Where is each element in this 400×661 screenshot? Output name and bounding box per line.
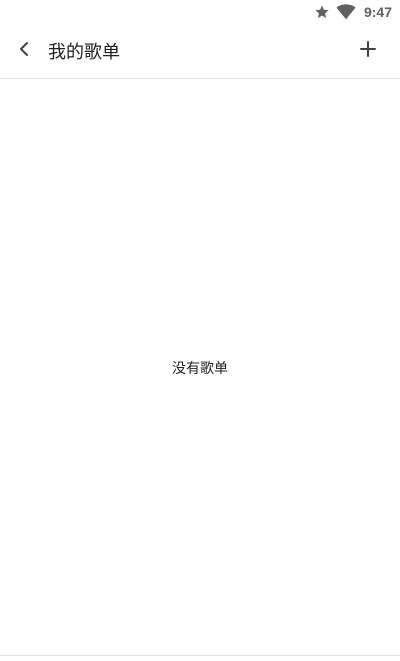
back-button[interactable] <box>0 27 48 75</box>
app-screen: 9:47 我的歌单 没有歌单 <box>0 0 400 661</box>
status-time: 9:47 <box>363 4 392 20</box>
playlist-list-area: 没有歌单 <box>0 79 400 655</box>
empty-message: 没有歌单 <box>172 361 228 377</box>
add-playlist-button[interactable] <box>344 27 392 75</box>
status-bar: 9:47 <box>0 0 400 24</box>
plus-icon <box>360 41 376 61</box>
page-title: 我的歌单 <box>48 42 120 63</box>
bottom-divider <box>0 655 400 656</box>
star-icon <box>314 4 330 20</box>
toolbar: 我的歌单 <box>0 24 400 79</box>
wifi-icon <box>336 4 356 20</box>
chevron-left-icon <box>16 41 32 61</box>
